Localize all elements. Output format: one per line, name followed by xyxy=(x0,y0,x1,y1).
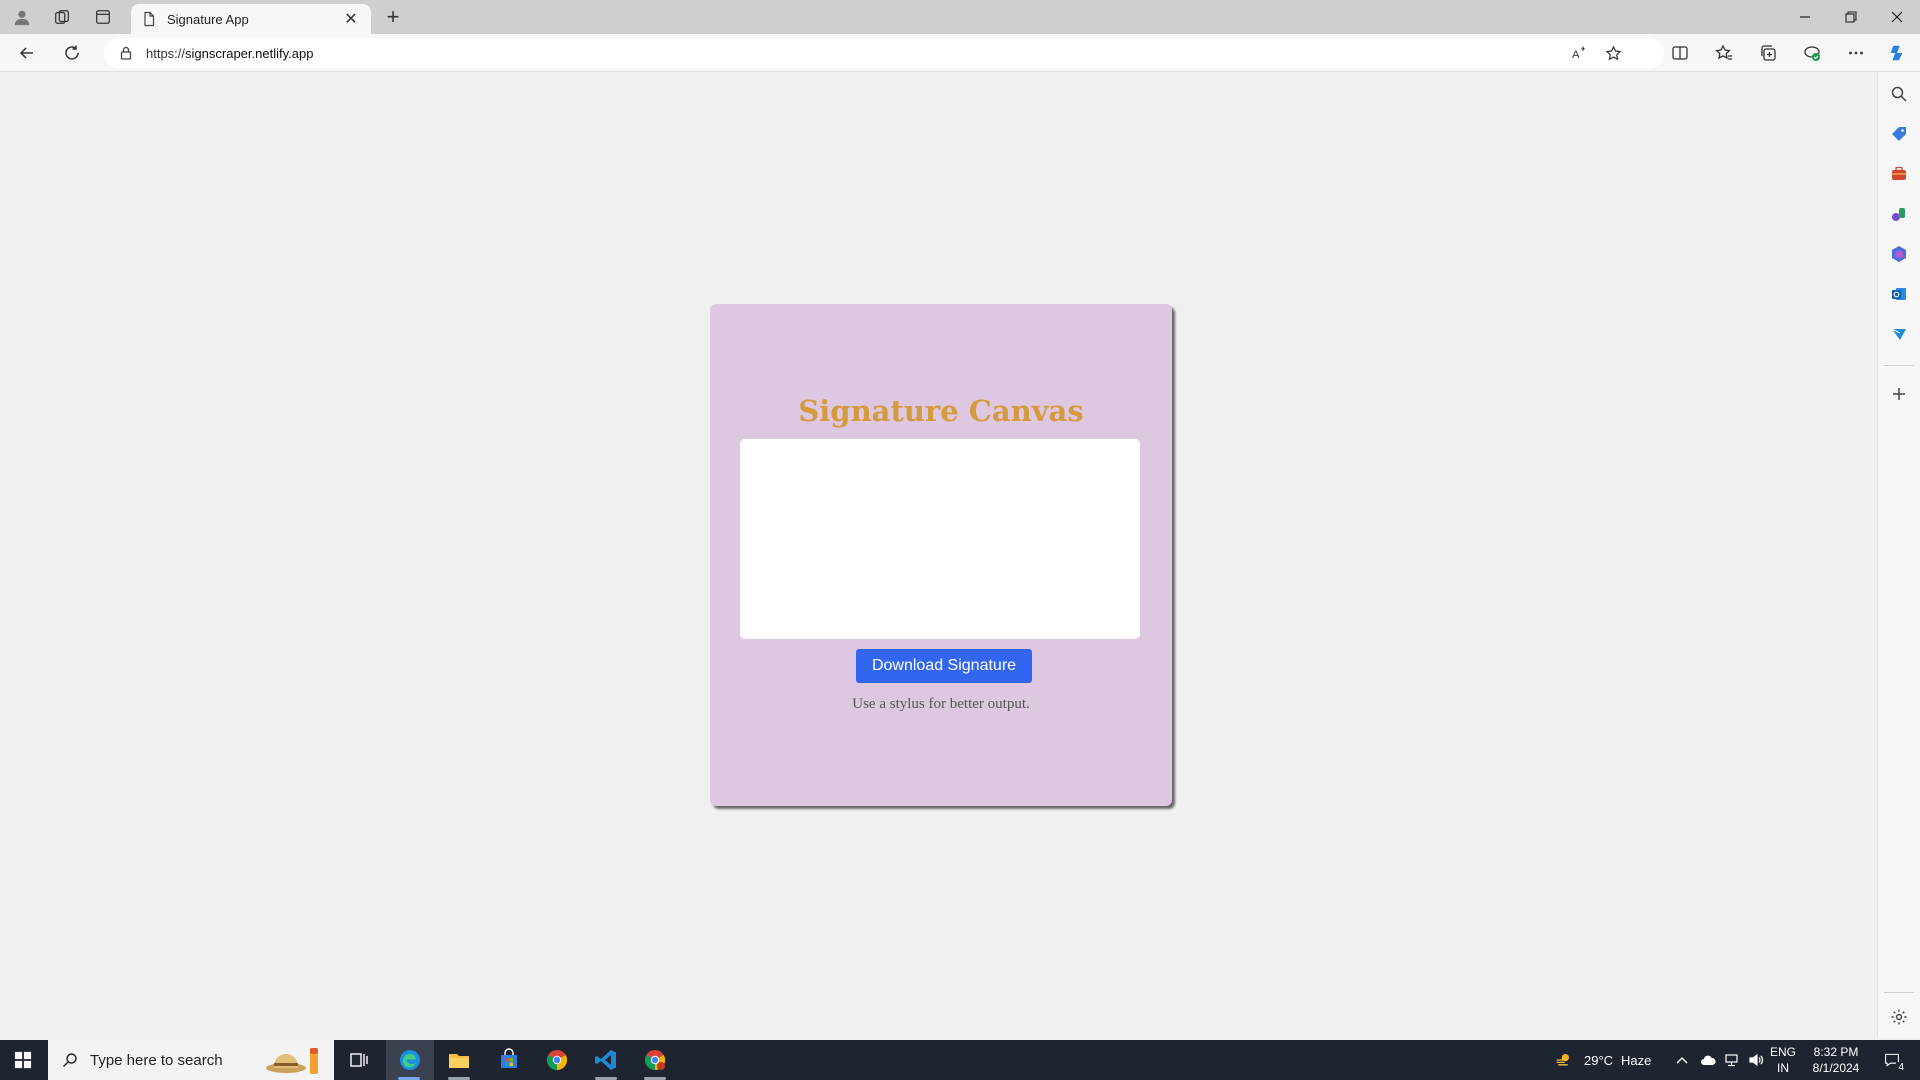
read-aloud-icon[interactable]: A xyxy=(1564,38,1594,68)
sidebar-search-icon[interactable] xyxy=(1887,82,1911,106)
sidebar-settings-gear-icon[interactable] xyxy=(1887,1005,1911,1029)
browser-sidebar xyxy=(1877,72,1920,1038)
clock-time: 8:32 PM xyxy=(1813,1045,1859,1059)
notification-count-badge: 4 xyxy=(1896,1062,1906,1073)
chrome-profile-icon[interactable] xyxy=(632,1040,678,1080)
close-window-button[interactable] xyxy=(1874,0,1920,34)
task-view-icon[interactable] xyxy=(336,1040,382,1080)
refresh-button[interactable] xyxy=(57,39,87,67)
sidebar-tools-briefcase-icon[interactable] xyxy=(1887,162,1911,186)
sidebar-drop-send-icon[interactable] xyxy=(1887,322,1911,346)
minimize-button[interactable] xyxy=(1782,0,1828,34)
copilot-icon[interactable] xyxy=(1882,39,1912,67)
page-viewport: Signature Canvas Download Signature Use … xyxy=(4,72,1876,1038)
vscode-icon[interactable] xyxy=(583,1040,629,1080)
restore-button[interactable] xyxy=(1828,0,1874,34)
sidebar-add-icon[interactable] xyxy=(1887,382,1911,406)
settings-more-icon[interactable] xyxy=(1841,39,1871,67)
notification-center-button[interactable]: 4 xyxy=(1872,1040,1912,1080)
volume-icon[interactable] xyxy=(1746,1050,1766,1070)
new-tab-button[interactable]: + xyxy=(380,4,406,30)
profile-icon[interactable] xyxy=(2,0,42,34)
page-icon xyxy=(141,11,157,27)
signature-card: Signature Canvas Download Signature Use … xyxy=(710,304,1172,806)
close-tab-icon[interactable]: ✕ xyxy=(341,9,361,29)
navigation-bar: https://signscraper.netlify.app A xyxy=(0,34,1920,72)
tab-signature-app[interactable]: Signature App ✕ xyxy=(131,4,371,34)
taskbar-search-box[interactable]: Type here to search xyxy=(48,1040,334,1080)
clock-date: 8/1/2024 xyxy=(1812,1061,1860,1075)
sidebar-outlook-icon[interactable] xyxy=(1887,282,1911,306)
workspaces-icon[interactable] xyxy=(42,0,82,34)
browser-essentials-icon[interactable] xyxy=(1797,39,1827,67)
network-icon[interactable] xyxy=(1722,1050,1742,1070)
sidebar-separator xyxy=(1884,992,1914,993)
tab-actions-icon[interactable] xyxy=(83,0,123,34)
signature-canvas[interactable] xyxy=(740,439,1140,639)
svg-text:A: A xyxy=(1571,49,1579,61)
start-button[interactable] xyxy=(0,1040,46,1080)
search-placeholder: Type here to search xyxy=(90,1051,223,1069)
favorites-icon[interactable] xyxy=(1709,39,1739,67)
collections-icon[interactable] xyxy=(1753,39,1783,67)
edge-taskbar-icon[interactable] xyxy=(386,1040,434,1080)
split-screen-icon[interactable] xyxy=(1665,39,1695,67)
clock[interactable]: 8:32 PM 8/1/2024 xyxy=(1810,1040,1862,1080)
search-icon xyxy=(62,1052,78,1068)
sidebar-separator xyxy=(1884,365,1914,366)
keyboard-region: IN xyxy=(1777,1061,1789,1075)
show-hidden-icons-chevron-up-icon[interactable] xyxy=(1672,1050,1692,1070)
language-code: ENG xyxy=(1770,1045,1797,1059)
weather-temperature: 29°C xyxy=(1584,1052,1614,1068)
notification-icon: 4 xyxy=(1881,1049,1906,1073)
language-indicator[interactable]: ENG IN xyxy=(1770,1040,1796,1080)
page-title: Signature Canvas xyxy=(798,394,1084,428)
file-explorer-icon[interactable] xyxy=(436,1040,482,1080)
weather-description: Haze xyxy=(1621,1052,1652,1068)
weather-widget[interactable]: 29°C Haze xyxy=(1550,1040,1651,1080)
address-bar[interactable]: https://signscraper.netlify.app A xyxy=(104,38,1664,68)
search-highlight-hat-icon[interactable] xyxy=(262,1044,324,1076)
sidebar-games-icon[interactable] xyxy=(1887,202,1911,226)
lock-icon[interactable] xyxy=(118,45,134,61)
chrome-icon[interactable] xyxy=(534,1040,580,1080)
windows-taskbar: Type here to search 29°C Haze ENG IN 8:3… xyxy=(0,1040,1920,1080)
favorite-star-icon[interactable] xyxy=(1598,38,1628,68)
microsoft-store-icon[interactable] xyxy=(486,1040,532,1080)
system-tray xyxy=(1672,1040,1766,1080)
download-signature-button[interactable]: Download Signature xyxy=(856,649,1032,683)
tab-title: Signature App xyxy=(167,11,249,27)
onedrive-cloud-icon[interactable] xyxy=(1698,1050,1718,1070)
sidebar-microsoft365-icon[interactable] xyxy=(1887,242,1911,266)
haze-weather-icon xyxy=(1550,1050,1576,1070)
stylus-hint-text: Use a stylus for better output. xyxy=(852,696,1030,712)
url-text: https://signscraper.netlify.app xyxy=(146,45,314,61)
tab-strip: Signature App ✕ + xyxy=(0,0,1920,34)
back-button[interactable] xyxy=(12,39,42,67)
sidebar-shopping-tag-icon[interactable] xyxy=(1887,122,1911,146)
